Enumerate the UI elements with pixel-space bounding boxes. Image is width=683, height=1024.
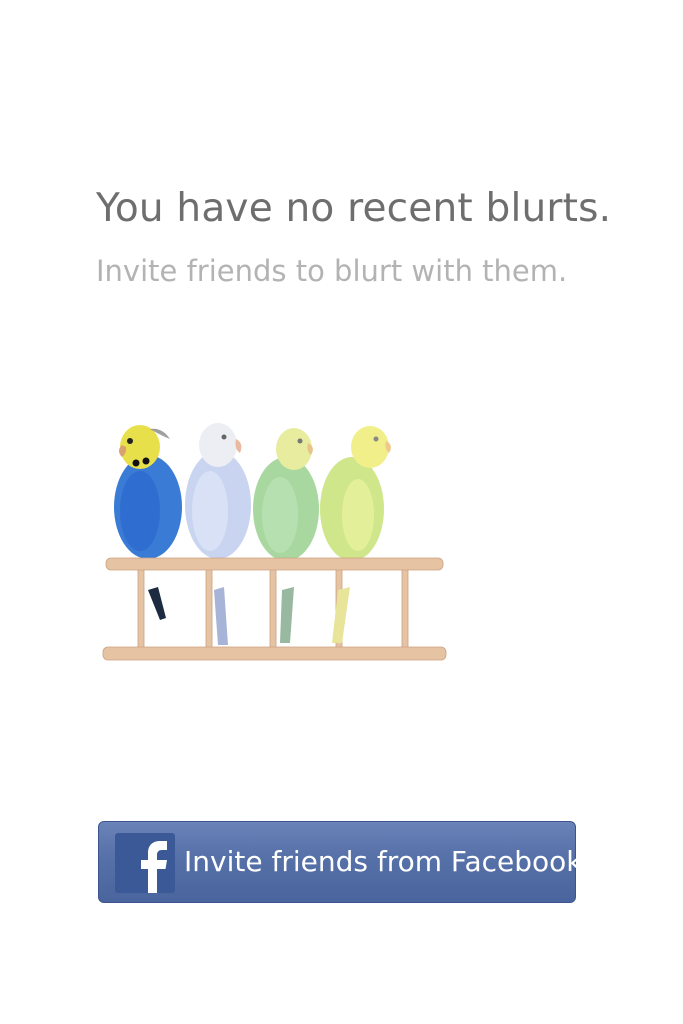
invite-facebook-label: Invite friends from Facebook [184,845,583,878]
empty-state-title: You have no recent blurts. [96,186,612,231]
green-budgie [253,428,319,643]
yellow-budgie [320,426,391,643]
budgies-illustration [102,423,447,661]
blue-budgie [114,425,182,620]
white-budgie [185,423,251,645]
facebook-icon [115,833,175,893]
empty-state-subtitle: Invite friends to blurt with them. [96,254,568,288]
invite-facebook-button[interactable]: Invite friends from Facebook [98,821,582,903]
perch [137,564,409,650]
